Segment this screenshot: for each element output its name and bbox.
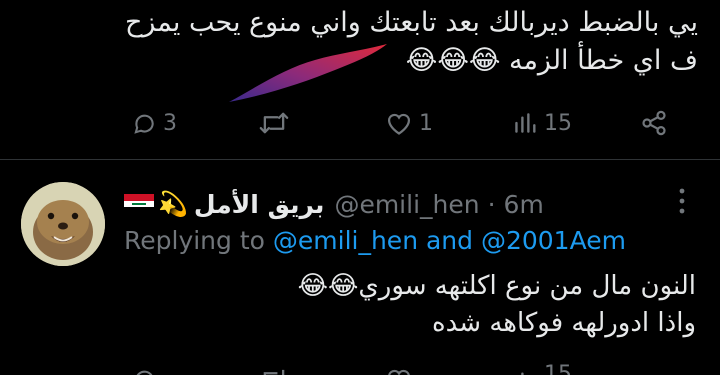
share-button[interactable]: [640, 104, 668, 142]
reply-icon: [134, 114, 154, 134]
retweet-icon[interactable]: [258, 366, 290, 375]
tweet-text-line: يي بالضبط ديربالك بعد تابعتك واني منوع ي…: [124, 7, 698, 38]
avatar-image: [21, 182, 105, 266]
user-handle[interactable]: @emili_hen: [334, 190, 479, 219]
iraq-flag-icon: [124, 194, 154, 214]
separator: ·: [487, 189, 496, 219]
avatar[interactable]: [21, 182, 105, 266]
tweet-thread: يي بالضبط ديربالك بعد تابعتك واني منوع ي…: [0, 0, 720, 375]
reply-count: 3: [163, 110, 177, 136]
reply-text-line: النون مال من نوع اكلتهه سوري😂😂: [297, 271, 696, 301]
views-count: 15: [544, 110, 572, 136]
reply-button[interactable]: 3: [131, 104, 177, 142]
reply-text-line: واذا ادورلهه فوكاهه شده: [432, 308, 696, 338]
heart-icon: [387, 113, 411, 135]
replying-to: Replying to @emili_hen and @2001Aem: [124, 226, 626, 255]
more-icon[interactable]: [676, 186, 688, 216]
heart-icon[interactable]: [385, 366, 413, 375]
tweet-divider: [0, 159, 720, 160]
replying-mentions-link[interactable]: @emili_hen and @2001Aem: [273, 226, 626, 255]
views-count: 15: [544, 362, 572, 375]
retweet-button[interactable]: [258, 104, 296, 142]
like-count: 1: [419, 110, 433, 136]
reply-header: 💫 بريق الأمل @emili_hen · 6m: [124, 184, 544, 224]
views-icon[interactable]: [512, 366, 538, 375]
replying-prefix: Replying to: [124, 226, 273, 255]
like-button[interactable]: 1: [385, 104, 433, 142]
timestamp[interactable]: 6m: [504, 190, 544, 219]
views-icon: [515, 113, 536, 133]
badge-emoji: 💫: [158, 190, 188, 218]
decorative-sticker: [229, 44, 387, 102]
reply-text: النون مال من نوع اكلتهه سوري😂😂 واذا ادور…: [124, 268, 696, 342]
retweet-icon: [259, 112, 289, 134]
tweet-actions: 3 1 15: [0, 104, 720, 142]
reply-actions: 15: [0, 362, 720, 375]
reply-icon[interactable]: [131, 366, 157, 375]
views-button[interactable]: 15: [512, 104, 572, 142]
display-name[interactable]: بريق الأمل: [194, 190, 325, 219]
share-icon: [642, 110, 666, 136]
